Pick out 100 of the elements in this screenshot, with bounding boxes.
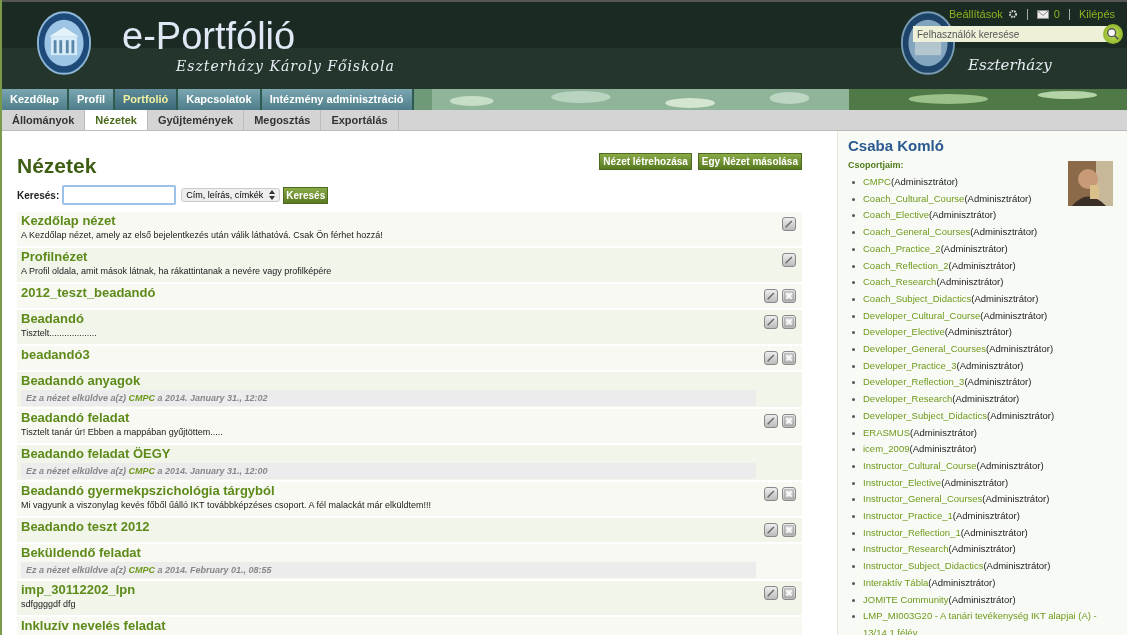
- edit-button[interactable]: [782, 217, 796, 231]
- group-link[interactable]: Instructor_Elective: [863, 474, 942, 492]
- view-title-link[interactable]: Beadandó feladat: [21, 410, 764, 426]
- group-link[interactable]: Coach_Practice_2: [863, 240, 941, 258]
- action-button[interactable]: Egy Nézet másolása: [697, 153, 802, 170]
- group-link[interactable]: Developer_Research: [863, 391, 953, 408]
- sub-tab[interactable]: Megosztás: [244, 110, 322, 130]
- sub-tab[interactable]: Gyűjtemények: [147, 110, 245, 130]
- bullet-icon: [852, 431, 855, 435]
- group-link[interactable]: Coach_Research: [863, 274, 937, 291]
- settings-icon[interactable]: [1007, 9, 1018, 19]
- submission-note: Ez a nézet elküldve a(z) CMPC a 2014. January 31., 12:00: [21, 463, 756, 479]
- group-role: (Adminisztrátor): [960, 526, 1028, 538]
- nav-tab[interactable]: Kezdőlap: [2, 89, 69, 110]
- view-description: A Kezdőlap nézet, amely az első bejelentkezés után válik láthatóvá. Csak Ön férhet hozzá!: [21, 229, 384, 242]
- group-link[interactable]: Instructor_Research: [863, 541, 949, 559]
- view-title-link[interactable]: imp_30112202_lpn: [21, 582, 764, 598]
- delete-button[interactable]: [782, 586, 796, 600]
- group-link[interactable]: Coach_Cultural_Course: [863, 190, 965, 208]
- sub-tab[interactable]: Nézetek: [85, 110, 148, 130]
- bullet-icon: [852, 615, 855, 619]
- bullet-icon: [852, 214, 855, 218]
- nav-tab[interactable]: Portfolió: [115, 89, 179, 110]
- view-title-link[interactable]: Beadandó gyermekpszichológia tárgyból: [21, 483, 764, 499]
- group-link[interactable]: Developer_Elective: [863, 324, 945, 342]
- view-title-link[interactable]: Beadando feladat ÖEGY: [21, 446, 796, 462]
- view-title-link[interactable]: Beküldendő feladat: [21, 545, 796, 561]
- group-role: (Adminisztrátor): [929, 209, 997, 221]
- edit-button[interactable]: [782, 253, 796, 267]
- group-link[interactable]: Developer_Subject_Didactics: [863, 407, 988, 425]
- group-role: (Adminisztrátor): [948, 259, 1016, 271]
- logout-link[interactable]: Kilépés: [1078, 8, 1115, 20]
- edit-button[interactable]: [764, 315, 778, 329]
- bullet-icon: [852, 581, 855, 585]
- group-role: (Adminisztrátor): [948, 543, 1016, 555]
- group-role: (Adminisztrátor): [956, 359, 1024, 371]
- delete-button[interactable]: [782, 414, 796, 428]
- group-role: (Adminisztrátor): [964, 192, 1032, 204]
- delete-button[interactable]: [782, 351, 796, 365]
- bullet-icon: [852, 515, 855, 519]
- bullet-icon: [852, 464, 855, 468]
- bullet-icon: [852, 331, 855, 335]
- group-link[interactable]: CMPC: [863, 174, 891, 191]
- group-role: (Adminisztrátor): [970, 226, 1038, 238]
- group-link[interactable]: Developer_General_Courses: [863, 341, 987, 358]
- group-link[interactable]: Instructor_Reflection_1: [863, 524, 961, 542]
- group-link[interactable]: Developer_Cultural_Course: [863, 307, 981, 325]
- view-title-link[interactable]: Kezdőlap nézet: [21, 213, 782, 229]
- view-title-link[interactable]: Profilnézet: [21, 249, 782, 265]
- search-field[interactable]: [62, 185, 177, 205]
- group-link[interactable]: Coach_General_Courses: [863, 224, 971, 241]
- edit-button[interactable]: [764, 289, 778, 303]
- nav-tab[interactable]: Intézmény adminisztráció: [261, 89, 414, 110]
- group-link[interactable]: CMPC: [128, 565, 156, 575]
- user-search-field[interactable]: Felhasználók keresése: [913, 26, 1107, 42]
- settings-link[interactable]: Beállítások: [949, 8, 1003, 20]
- edit-button[interactable]: [764, 586, 778, 600]
- group-link[interactable]: icem_2009: [863, 441, 910, 458]
- view-description: Tisztelt tanár úr! Ebben a mappában gyűjtöttem.....: [21, 426, 224, 439]
- group-link[interactable]: Coach_Reflection_2: [863, 257, 949, 275]
- bullet-icon: [852, 181, 855, 184]
- group-link[interactable]: Instructor_Cultural_Course: [863, 457, 977, 475]
- bullet-icon: [852, 314, 855, 318]
- sub-tab[interactable]: Exportálás: [321, 110, 399, 130]
- delete-button[interactable]: [782, 289, 796, 303]
- bullet-icon: [852, 281, 855, 285]
- group-link[interactable]: Interaktív Tábla: [863, 574, 929, 592]
- group-link[interactable]: Instructor_Practice_1: [863, 508, 953, 525]
- edit-button[interactable]: [764, 523, 778, 537]
- group-link[interactable]: Instructor_General_Courses: [863, 491, 983, 509]
- group-link[interactable]: CMPC: [128, 466, 156, 476]
- group-link[interactable]: Coach_Subject_Didactics: [863, 290, 972, 308]
- action-button[interactable]: Nézet létrehozása: [599, 153, 692, 170]
- nav-tab[interactable]: Kapcsolatok: [178, 89, 262, 110]
- edit-button[interactable]: [764, 487, 778, 501]
- group-link[interactable]: CMPC: [128, 393, 156, 403]
- view-description: A Profil oldala, amit mások látnak, ha rákattintanak a nevére vagy profilképére: [21, 265, 333, 278]
- search-button[interactable]: Keresés: [283, 186, 329, 204]
- view-title-link[interactable]: Beadandó: [21, 311, 764, 327]
- bullet-icon: [852, 498, 855, 502]
- group-link[interactable]: Developer_Reflection_3: [863, 374, 965, 392]
- edit-button[interactable]: [764, 351, 778, 365]
- page-title: Nézetek: [17, 153, 97, 179]
- nav-tab[interactable]: Profil: [68, 89, 116, 110]
- delete-button[interactable]: [782, 315, 796, 329]
- bullet-icon: [852, 247, 855, 251]
- group-link[interactable]: JOMITE Community: [863, 591, 949, 609]
- delete-button[interactable]: [782, 487, 796, 501]
- view-title-link[interactable]: Beadandó anyagok: [21, 373, 796, 389]
- delete-button[interactable]: [782, 523, 796, 537]
- group-link[interactable]: Coach_Elective: [863, 207, 929, 225]
- envelope-icon[interactable]: [1036, 9, 1049, 19]
- edit-button[interactable]: [764, 414, 778, 428]
- bullet-icon: [852, 565, 855, 569]
- group-link[interactable]: Instructor_Subject_Didactics: [863, 558, 984, 575]
- message-count-link[interactable]: 0: [1053, 8, 1060, 20]
- group-link[interactable]: ERASMUS: [863, 424, 910, 442]
- group-link[interactable]: Developer_Practice_3: [863, 357, 957, 375]
- bullet-icon: [852, 364, 855, 368]
- search-scope-select[interactable]: Cím, leírás, címkék: [181, 188, 281, 202]
